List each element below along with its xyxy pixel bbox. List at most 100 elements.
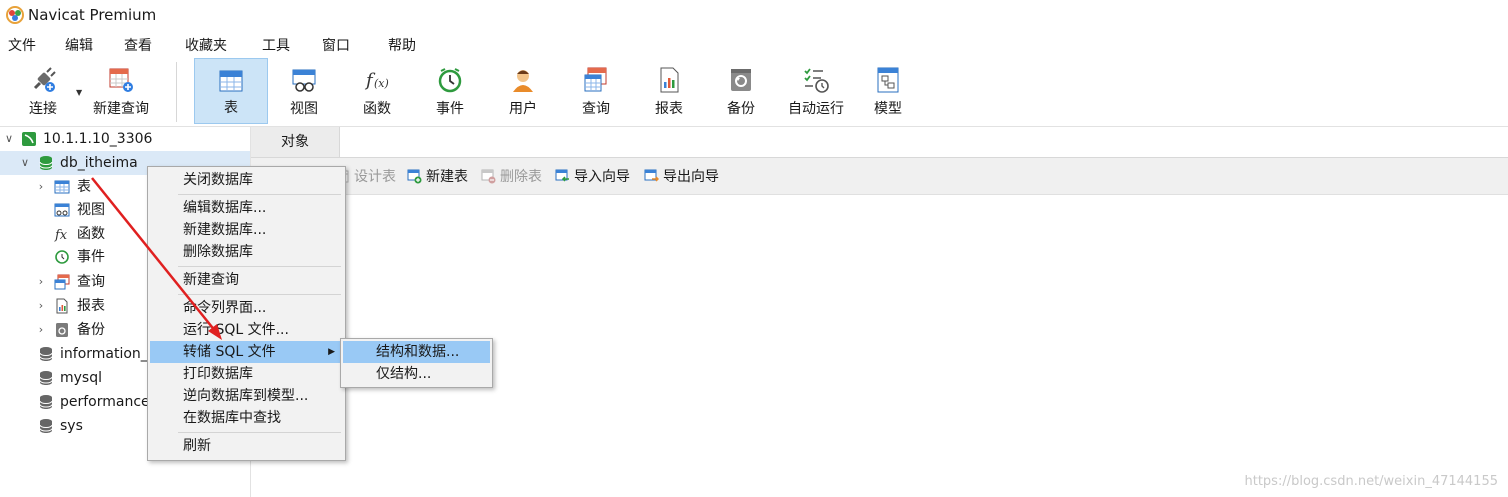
dump-sql-submenu: 结构和数据... 仅结构... (340, 338, 493, 388)
menu-edit[interactable]: 编辑 (65, 35, 93, 55)
menu-item-label: 运行 SQL 文件... (183, 322, 289, 338)
query-button[interactable]: 查询 (562, 58, 630, 124)
event-label: 事件 (436, 101, 464, 117)
table-button[interactable]: 表 (194, 58, 268, 124)
menu-run-sql-file[interactable]: 运行 SQL 文件... (150, 319, 343, 341)
title-bar: Navicat Premium (0, 0, 1508, 30)
model-button[interactable]: 模型 (856, 58, 920, 124)
model-icon (877, 67, 899, 93)
user-button[interactable]: 用户 (490, 58, 556, 124)
view-button[interactable]: 视图 (270, 58, 338, 124)
menu-close-database[interactable]: 关闭数据库 (150, 169, 343, 191)
backup-icon (731, 69, 751, 91)
database-name: information_ (60, 346, 148, 362)
event-button[interactable]: 事件 (416, 58, 484, 124)
database-name: db_itheima (60, 155, 138, 171)
query-label: 查询 (582, 101, 610, 117)
menu-reverse-to-model[interactable]: 逆向数据库到模型... (150, 385, 343, 407)
menu-separator (178, 194, 341, 195)
import-icon (555, 169, 569, 182)
menu-item-label: 关闭数据库 (183, 172, 253, 188)
new-table-label: 新建表 (426, 169, 468, 185)
menu-find-in-database[interactable]: 在数据库中查找 (150, 407, 343, 429)
query-icon (54, 274, 70, 290)
user-icon (513, 70, 533, 92)
menu-item-label: 命令列界面... (183, 300, 267, 316)
schedule-button[interactable]: 自动运行 (780, 58, 852, 124)
table-label: 表 (224, 100, 238, 116)
menu-bar: 文件 编辑 查看 收藏夹 工具 窗口 帮助 (0, 31, 1508, 57)
new-query-icon (109, 68, 133, 92)
backup-button[interactable]: 备份 (708, 58, 774, 124)
report-label: 报表 (655, 101, 683, 117)
menu-console[interactable]: 命令列界面... (150, 297, 343, 319)
menu-view[interactable]: 查看 (124, 35, 152, 55)
connect-dropdown-icon[interactable]: ▼ (76, 88, 82, 97)
menu-help[interactable]: 帮助 (388, 35, 416, 55)
clock-icon (55, 250, 69, 264)
chevron-right-icon[interactable]: › (34, 175, 48, 199)
report-button[interactable]: 报表 (636, 58, 702, 124)
model-label: 模型 (874, 101, 902, 117)
menu-print-database[interactable]: 打印数据库 (150, 363, 343, 385)
backup-label: 备份 (727, 101, 755, 117)
table-icon (54, 180, 70, 194)
tree-item-label: 表 (77, 179, 91, 195)
menu-item-label: 打印数据库 (183, 366, 253, 382)
menu-delete-database[interactable]: 删除数据库 (150, 241, 343, 263)
chevron-right-icon[interactable]: › (34, 270, 48, 294)
chevron-down-icon[interactable]: ∨ (18, 151, 32, 175)
menu-structure-only[interactable]: 仅结构... (343, 363, 490, 385)
tree-item-label: 查询 (77, 274, 105, 290)
menu-item-label: 编辑数据库... (183, 200, 267, 216)
database-context-menu: 关闭数据库 编辑数据库... 新建数据库... 删除数据库 新建查询 命令列界面… (147, 166, 346, 461)
tree-connection[interactable]: ∨ 10.1.1.10_3306 (0, 127, 250, 151)
connect-button[interactable]: 连接 (10, 58, 76, 124)
menu-item-label: 转储 SQL 文件 (183, 344, 276, 360)
function-button[interactable]: f (x) 函数 (344, 58, 410, 124)
database-icon (39, 347, 53, 361)
menu-new-query[interactable]: 新建查询 (150, 269, 343, 291)
app-title: Navicat Premium (28, 6, 157, 24)
clock-icon (438, 68, 462, 93)
design-table-label: 设计表 (354, 169, 396, 185)
delete-table-label: 删除表 (500, 169, 542, 185)
tab-objects[interactable]: 对象 (251, 127, 340, 157)
menu-item-label: 新建数据库... (183, 222, 267, 238)
database-name: performance (60, 394, 150, 410)
menu-item-label: 刷新 (183, 438, 211, 454)
navicat-logo-icon (6, 6, 24, 24)
new-query-label: 新建查询 (93, 101, 149, 117)
chevron-right-icon[interactable]: › (34, 294, 48, 318)
chevron-down-icon[interactable]: ∨ (2, 127, 16, 151)
export-icon (644, 169, 659, 182)
menu-favorites[interactable]: 收藏夹 (185, 35, 227, 55)
new-query-button[interactable]: 新建查询 (86, 58, 156, 124)
tree-item-label: 备份 (77, 322, 105, 338)
menu-structure-and-data[interactable]: 结构和数据... (343, 341, 490, 363)
tree-item-label: 视图 (77, 202, 105, 218)
menu-file[interactable]: 文件 (8, 35, 36, 55)
function-icon: f (x) (364, 70, 389, 91)
menu-item-label: 结构和数据... (376, 344, 460, 360)
function-icon: fx (54, 228, 68, 242)
mysql-connection-icon (22, 132, 36, 146)
menu-refresh[interactable]: 刷新 (150, 435, 343, 457)
backup-icon (56, 323, 68, 337)
menu-new-database[interactable]: 新建数据库... (150, 219, 343, 241)
database-name: sys (60, 418, 83, 434)
tree-item-label: 报表 (77, 298, 105, 314)
watermark-text: https://blog.csdn.net/weixin_47144155 (1244, 474, 1498, 489)
table-icon (219, 70, 243, 92)
connect-label: 连接 (29, 101, 57, 117)
view-icon (292, 69, 316, 92)
menu-edit-database[interactable]: 编辑数据库... (150, 197, 343, 219)
menu-window[interactable]: 窗口 (322, 35, 350, 55)
menu-dump-sql-file[interactable]: 转储 SQL 文件 ▶ (150, 341, 343, 363)
menu-tools[interactable]: 工具 (262, 35, 290, 55)
menu-item-label: 删除数据库 (183, 244, 253, 260)
main-toolbar: 连接 ▼ 新建查询 表 视图 f (x) 函数 事件 用户 查询 报表 备份 自… (0, 58, 1508, 127)
database-icon (39, 395, 53, 409)
database-icon (39, 371, 53, 385)
chevron-right-icon[interactable]: › (34, 318, 48, 342)
